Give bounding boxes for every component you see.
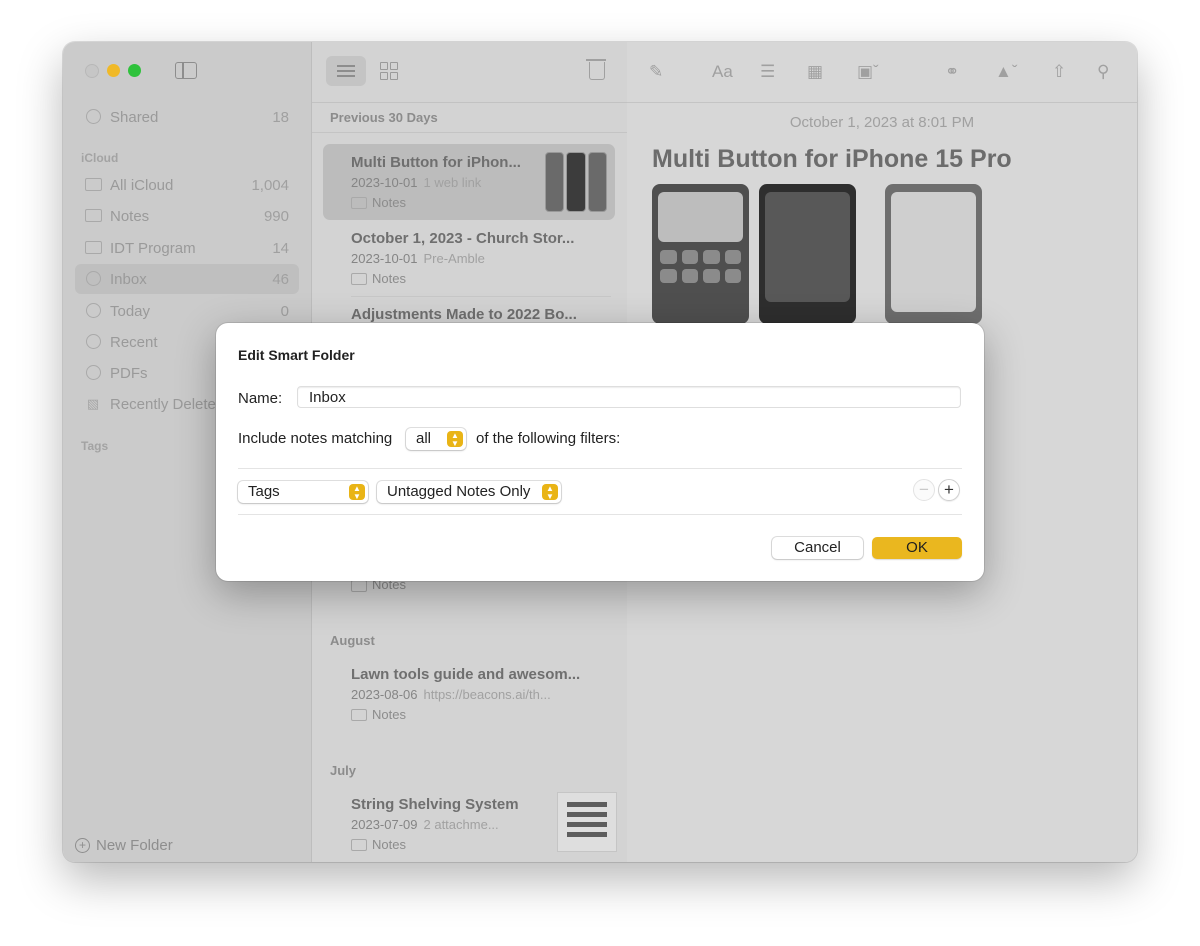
search-icon[interactable]: ⚲ (1097, 62, 1109, 82)
note-meta: 2023-10-01 1 web link (351, 175, 482, 190)
add-filter-button[interactable]: + (938, 479, 960, 501)
name-label: Name: (238, 390, 283, 407)
note-title: Adjustments Made to 2022 Bo... (351, 306, 577, 323)
note-title: String Shelving System (351, 796, 519, 813)
delete-note-icon[interactable] (586, 59, 606, 80)
note-list-toolbar (312, 42, 627, 103)
remove-filter-button[interactable]: − (913, 479, 935, 501)
note-folder: Notes (351, 271, 406, 286)
minimize-window-button[interactable] (107, 64, 120, 77)
sidebar-toggle-icon[interactable] (175, 62, 197, 79)
section-tags: Tags (81, 439, 109, 453)
group-header: Previous 30 Days (330, 110, 438, 125)
note-heading: Multi Button for iPhone 15 Pro (652, 145, 1012, 173)
list-item[interactable]: Multi Button for iPhon... 2023-10-01 1 we… (323, 144, 615, 220)
folder-icon (351, 196, 367, 209)
filter-field-select[interactable]: Tags ▲ ▼ (238, 481, 368, 503)
note-thumbnail (545, 152, 607, 212)
sidebar-item-notes[interactable]: Notes 990 (75, 201, 299, 231)
plus-circle-icon: + (75, 838, 90, 853)
list-item[interactable]: String Shelving System 2023-07-09 2 attac… (323, 786, 617, 862)
shared-icon (84, 108, 102, 126)
folder-icon (351, 838, 367, 851)
gear-icon (84, 364, 102, 382)
note-title: Lawn tools guide and awesom... (351, 666, 581, 683)
note-thumbnail (557, 792, 617, 852)
note-meta: 2023-10-01 Pre-Amble (351, 251, 485, 266)
close-window-button[interactable] (85, 64, 99, 78)
table-icon[interactable]: ▦ (807, 62, 823, 82)
sidebar-item-inbox[interactable]: Inbox 46 (75, 264, 299, 294)
ok-button[interactable]: OK (872, 537, 962, 559)
edit-smart-folder-dialog: Edit Smart Folder Name: Include notes ma… (216, 323, 984, 581)
new-folder-button[interactable]: + New Folder (75, 837, 173, 854)
new-folder-label: New Folder (96, 837, 173, 854)
list-item[interactable]: Lawn tools guide and awesom... 2023-08-0… (323, 656, 615, 732)
name-field[interactable] (297, 386, 961, 408)
gear-icon (84, 270, 102, 288)
folder-icon (84, 208, 102, 224)
divider (238, 468, 962, 469)
match-mode-select[interactable]: all ▲ ▼ (406, 428, 466, 450)
note-meta: 2023-08-06 https://beacons.ai/th... (351, 687, 551, 702)
media-icon[interactable]: ▣ˇ (857, 62, 879, 82)
folder-icon (84, 240, 102, 256)
match-label: Include notes matching (238, 430, 393, 447)
trash-icon: ▧ (86, 396, 100, 411)
maximize-window-button[interactable] (128, 64, 141, 77)
folder-icon (351, 708, 367, 721)
dialog-title: Edit Smart Folder (238, 347, 355, 363)
note-meta: 2023-07-09 2 attachme... (351, 817, 499, 832)
format-text-icon[interactable]: Aa (712, 62, 733, 82)
sidebar-item-today[interactable]: Today 0 (75, 296, 299, 326)
screenshot-image (759, 184, 856, 324)
folder-icon (351, 579, 367, 592)
folder-icon (84, 177, 102, 193)
chevron-updown-icon: ▲ ▼ (447, 431, 463, 448)
sidebar-item-idt-program[interactable]: IDT Program 14 (75, 233, 299, 263)
filter-condition-select[interactable]: Untagged Notes Only ▲ ▼ (377, 481, 561, 503)
note-folder: Notes (351, 707, 406, 722)
compose-icon[interactable]: ✎ (649, 62, 663, 82)
note-folder: Notes (351, 195, 406, 210)
sidebar-item-shared[interactable]: Shared 18 (75, 102, 299, 132)
share-icon[interactable]: ⇧ (1052, 62, 1066, 82)
gear-icon (84, 302, 102, 320)
chevron-updown-icon: ▲ ▼ (542, 484, 558, 501)
screenshot-image (652, 184, 749, 324)
divider (238, 514, 962, 515)
group-header: August (330, 633, 375, 648)
cancel-button[interactable]: Cancel (772, 537, 863, 559)
match-suffix-label: of the following filters: (476, 430, 621, 447)
window-controls (85, 64, 141, 78)
chevron-updown-icon: ▲ ▼ (349, 484, 365, 501)
list-item[interactable]: October 1, 2023 - Church Stor... 2023-10… (323, 220, 615, 296)
folder-icon (351, 272, 367, 285)
note-folder: Notes (351, 837, 406, 852)
lock-icon[interactable]: ▲ˇ (995, 62, 1018, 82)
note-title: Multi Button for iPhon... (351, 154, 521, 171)
checklist-icon[interactable]: ☰ (760, 62, 775, 82)
note-title: October 1, 2023 - Church Stor... (351, 230, 575, 247)
screenshot-image (885, 184, 982, 324)
gear-icon (84, 333, 102, 351)
group-header: July (330, 763, 357, 778)
sidebar-item-all-icloud[interactable]: All iCloud 1,004 (75, 170, 299, 200)
list-view-button[interactable] (326, 56, 366, 86)
editor-toolbar: ✎ Aa ☰ ▦ ▣ˇ ⚭ ▲ˇ ⇧ ⚲ (627, 42, 1137, 103)
section-icloud: iCloud (81, 151, 119, 165)
collaborate-icon[interactable]: ⚭ (945, 62, 959, 82)
note-date: October 1, 2023 at 8:01 PM (789, 114, 975, 131)
